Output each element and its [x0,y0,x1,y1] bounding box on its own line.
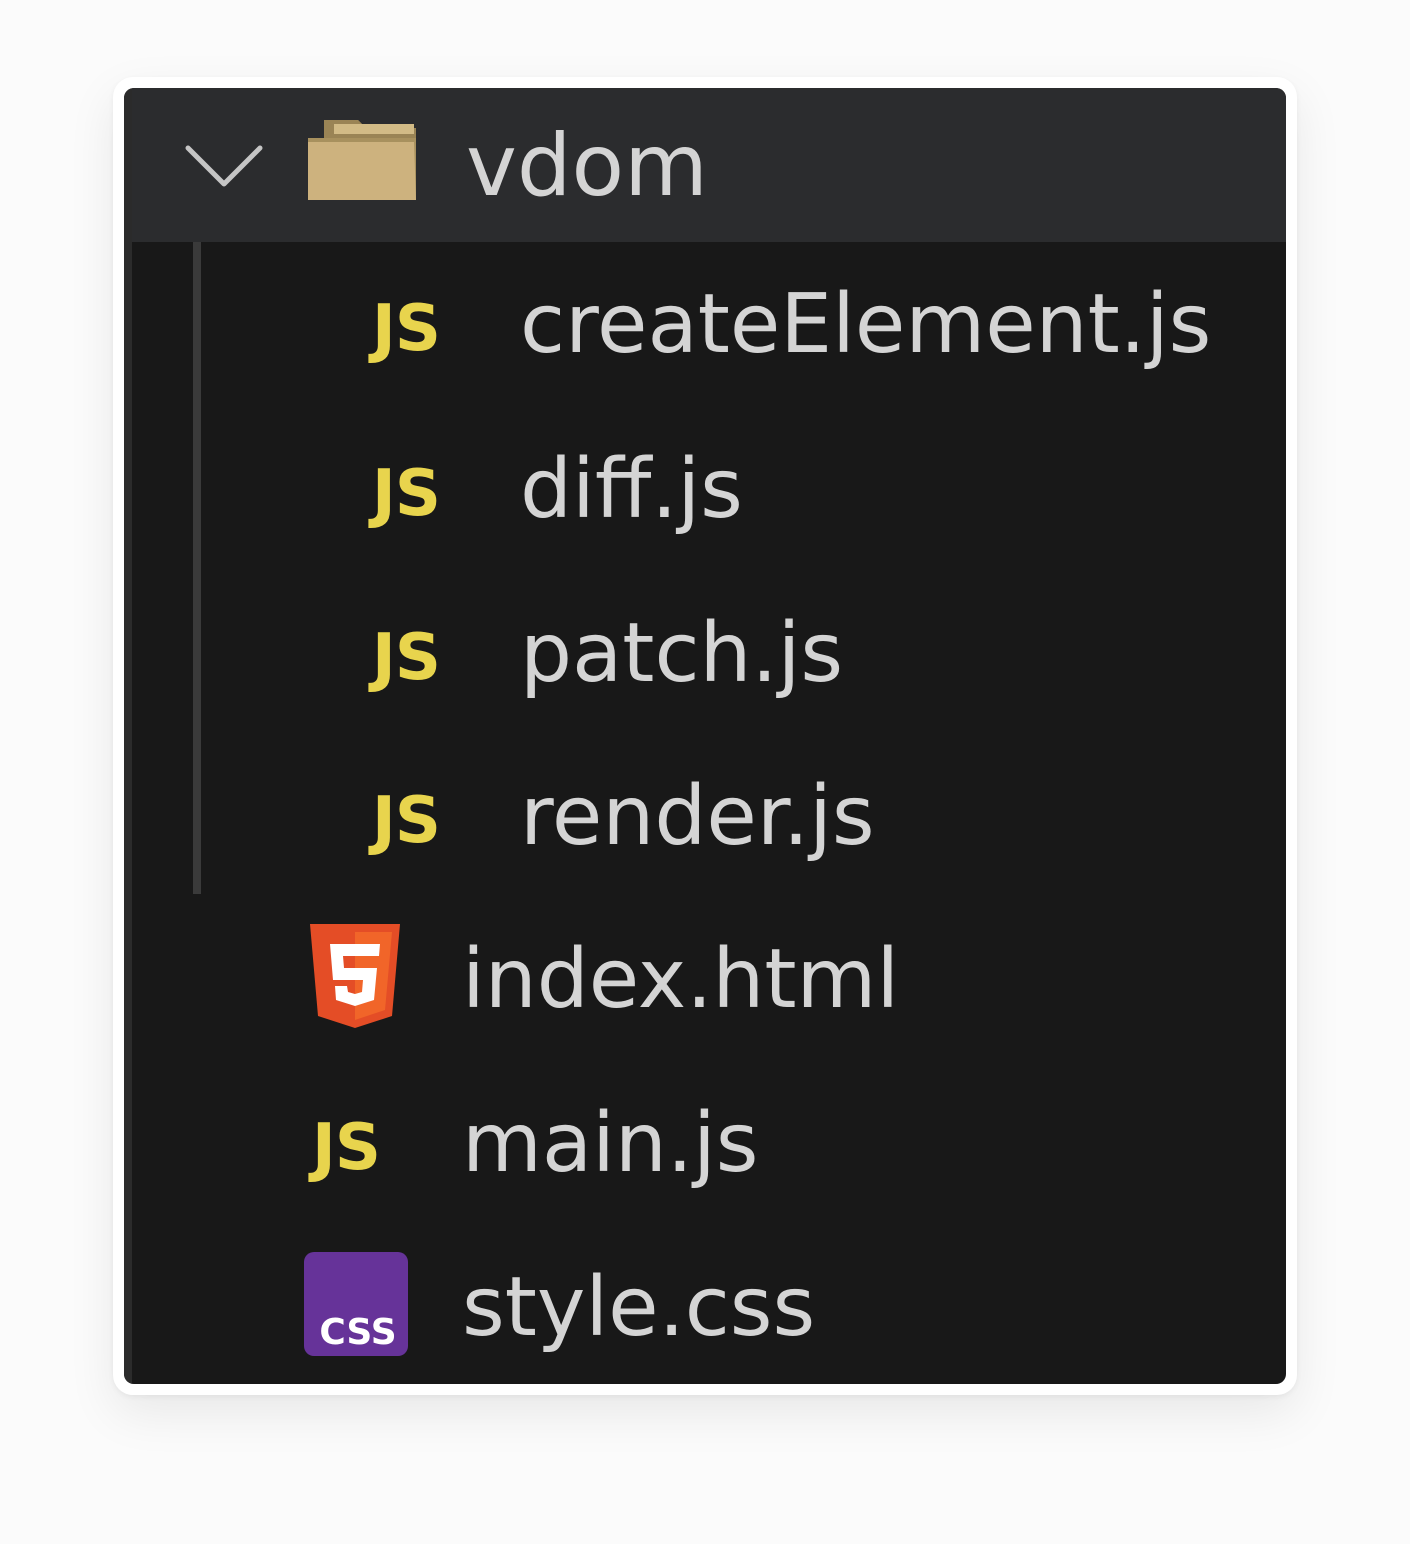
html5-icon [310,924,400,1028]
folder-open-icon [308,120,416,200]
file-row-diff[interactable]: JS diff.js [132,416,1286,580]
js-icon: JS [372,621,441,695]
file-row-render[interactable]: JS render.js [132,743,1286,907]
file-row-main-js[interactable]: JS main.js [132,1070,1286,1234]
js-icon: JS [372,457,441,531]
js-icon: JS [372,292,441,366]
folder-name: vdom [466,116,708,216]
file-name: style.css [462,1260,816,1355]
chevron-down-icon[interactable] [184,142,264,192]
file-name: patch.js [520,606,844,701]
file-name: createElement.js [520,277,1212,372]
file-row-patch[interactable]: JS patch.js [132,580,1286,744]
file-explorer: vdom JS createElement.js JS diff.js JS p… [124,88,1286,1384]
file-name: diff.js [520,442,743,537]
file-row-style-css[interactable]: CSS style.css [132,1234,1286,1384]
css-icon: CSS [304,1252,408,1356]
js-icon: JS [312,1111,381,1185]
file-row-index-html[interactable]: index.html [132,906,1286,1070]
js-icon: JS [372,784,441,858]
css-badge-label: CSS [319,1312,396,1353]
file-row-createelement[interactable]: JS createElement.js [132,251,1286,415]
file-name: index.html [462,932,900,1027]
file-name: main.js [462,1096,759,1191]
folder-row-vdom[interactable]: vdom [132,88,1286,242]
explorer-left-edge [124,88,132,1384]
file-name: render.js [520,769,875,864]
